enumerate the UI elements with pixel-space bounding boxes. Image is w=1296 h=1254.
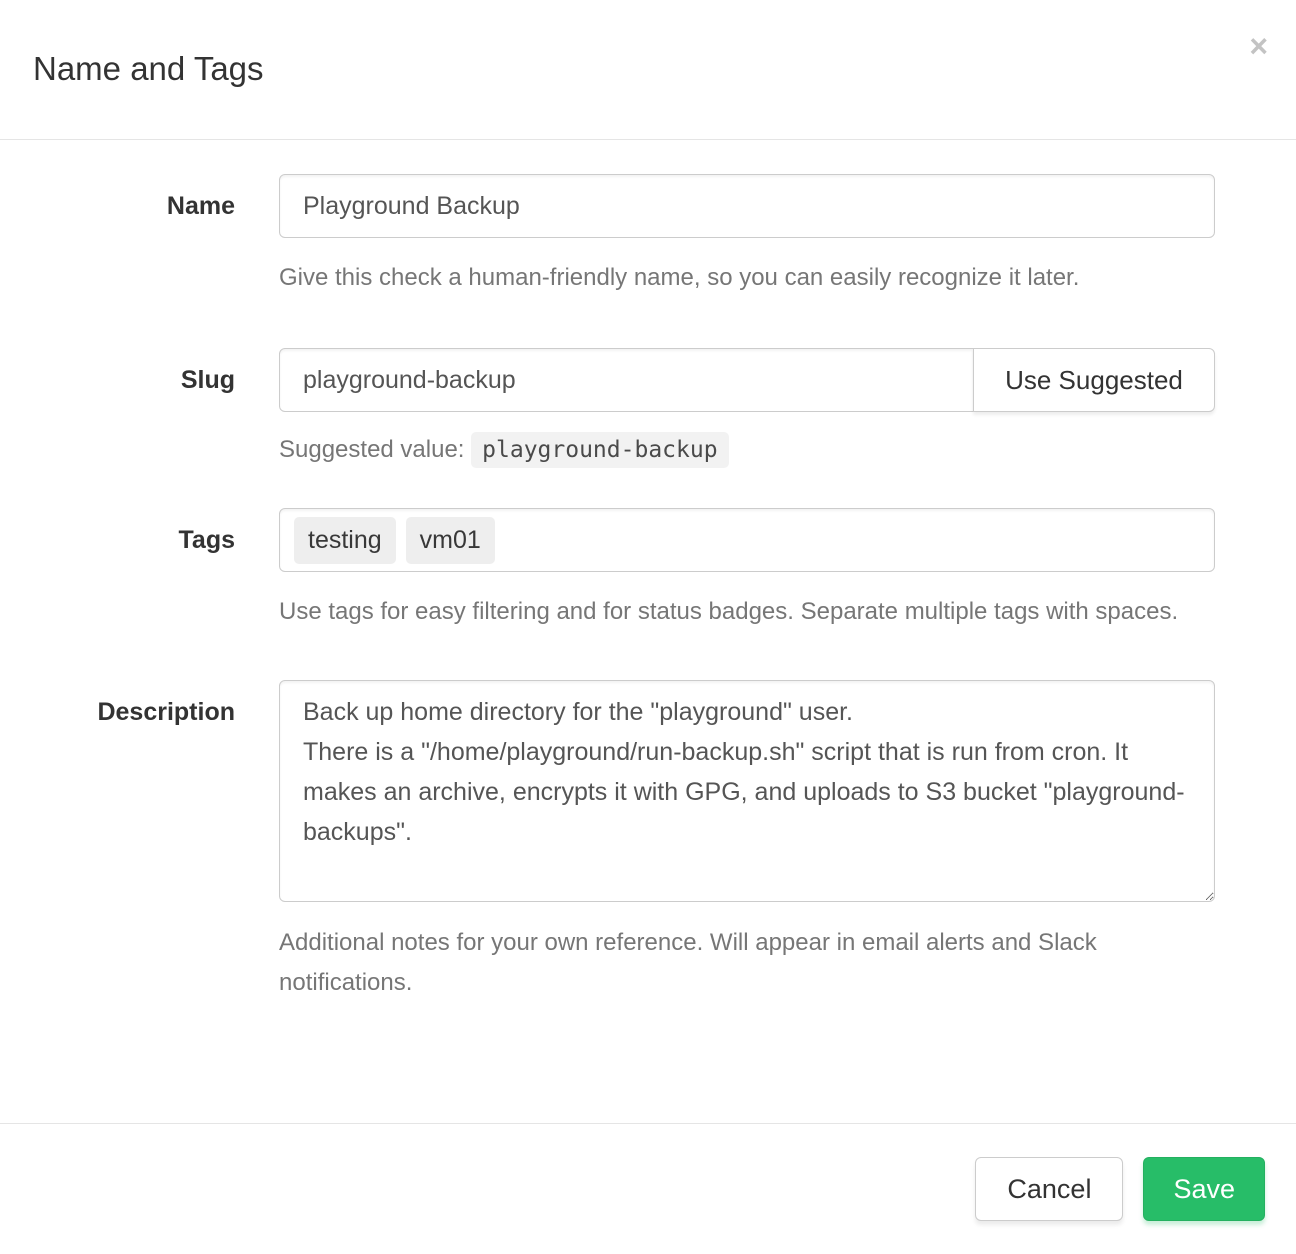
tag-chip-vm01[interactable]: vm01 bbox=[406, 517, 495, 564]
save-button[interactable]: Save bbox=[1143, 1157, 1265, 1221]
name-input[interactable] bbox=[279, 174, 1215, 238]
description-form-group: Description Back up home directory for t… bbox=[0, 680, 1215, 1003]
slug-form-group: Slug Use Suggested Suggested value: play… bbox=[0, 348, 1215, 470]
dialog-footer: Cancel Save bbox=[0, 1123, 1296, 1254]
dialog-body: Name Give this check a human-friendly na… bbox=[0, 140, 1296, 1123]
name-label: Name bbox=[0, 174, 235, 298]
suggested-value-code: playground-backup bbox=[471, 432, 728, 468]
name-and-tags-dialog: Name and Tags × Name Give this check a h… bbox=[0, 0, 1296, 1254]
slug-input[interactable] bbox=[279, 348, 974, 412]
slug-help-text: Suggested value: playground-backup bbox=[279, 430, 1215, 470]
close-icon[interactable]: × bbox=[1249, 30, 1268, 62]
dialog-header: Name and Tags × bbox=[0, 0, 1296, 140]
tags-help-text: Use tags for easy filtering and for stat… bbox=[279, 592, 1215, 632]
use-suggested-button[interactable]: Use Suggested bbox=[973, 348, 1215, 412]
slug-input-group: Use Suggested bbox=[279, 348, 1215, 412]
slug-label: Slug bbox=[0, 348, 235, 470]
description-textarea[interactable]: Back up home directory for the "playgrou… bbox=[279, 680, 1215, 902]
suggested-value-prefix: Suggested value: bbox=[279, 436, 464, 463]
dialog-title: Name and Tags bbox=[33, 49, 1263, 89]
tags-label: Tags bbox=[0, 508, 235, 632]
description-help-text: Additional notes for your own reference.… bbox=[279, 923, 1215, 1003]
tag-chip-testing[interactable]: testing bbox=[294, 517, 396, 564]
name-form-group: Name Give this check a human-friendly na… bbox=[0, 174, 1215, 298]
description-label: Description bbox=[0, 680, 235, 1003]
name-help-text: Give this check a human-friendly name, s… bbox=[279, 258, 1215, 298]
cancel-button[interactable]: Cancel bbox=[975, 1157, 1123, 1221]
tags-form-group: Tags testing vm01 Use tags for easy filt… bbox=[0, 508, 1215, 632]
tags-input[interactable]: testing vm01 bbox=[279, 508, 1215, 572]
